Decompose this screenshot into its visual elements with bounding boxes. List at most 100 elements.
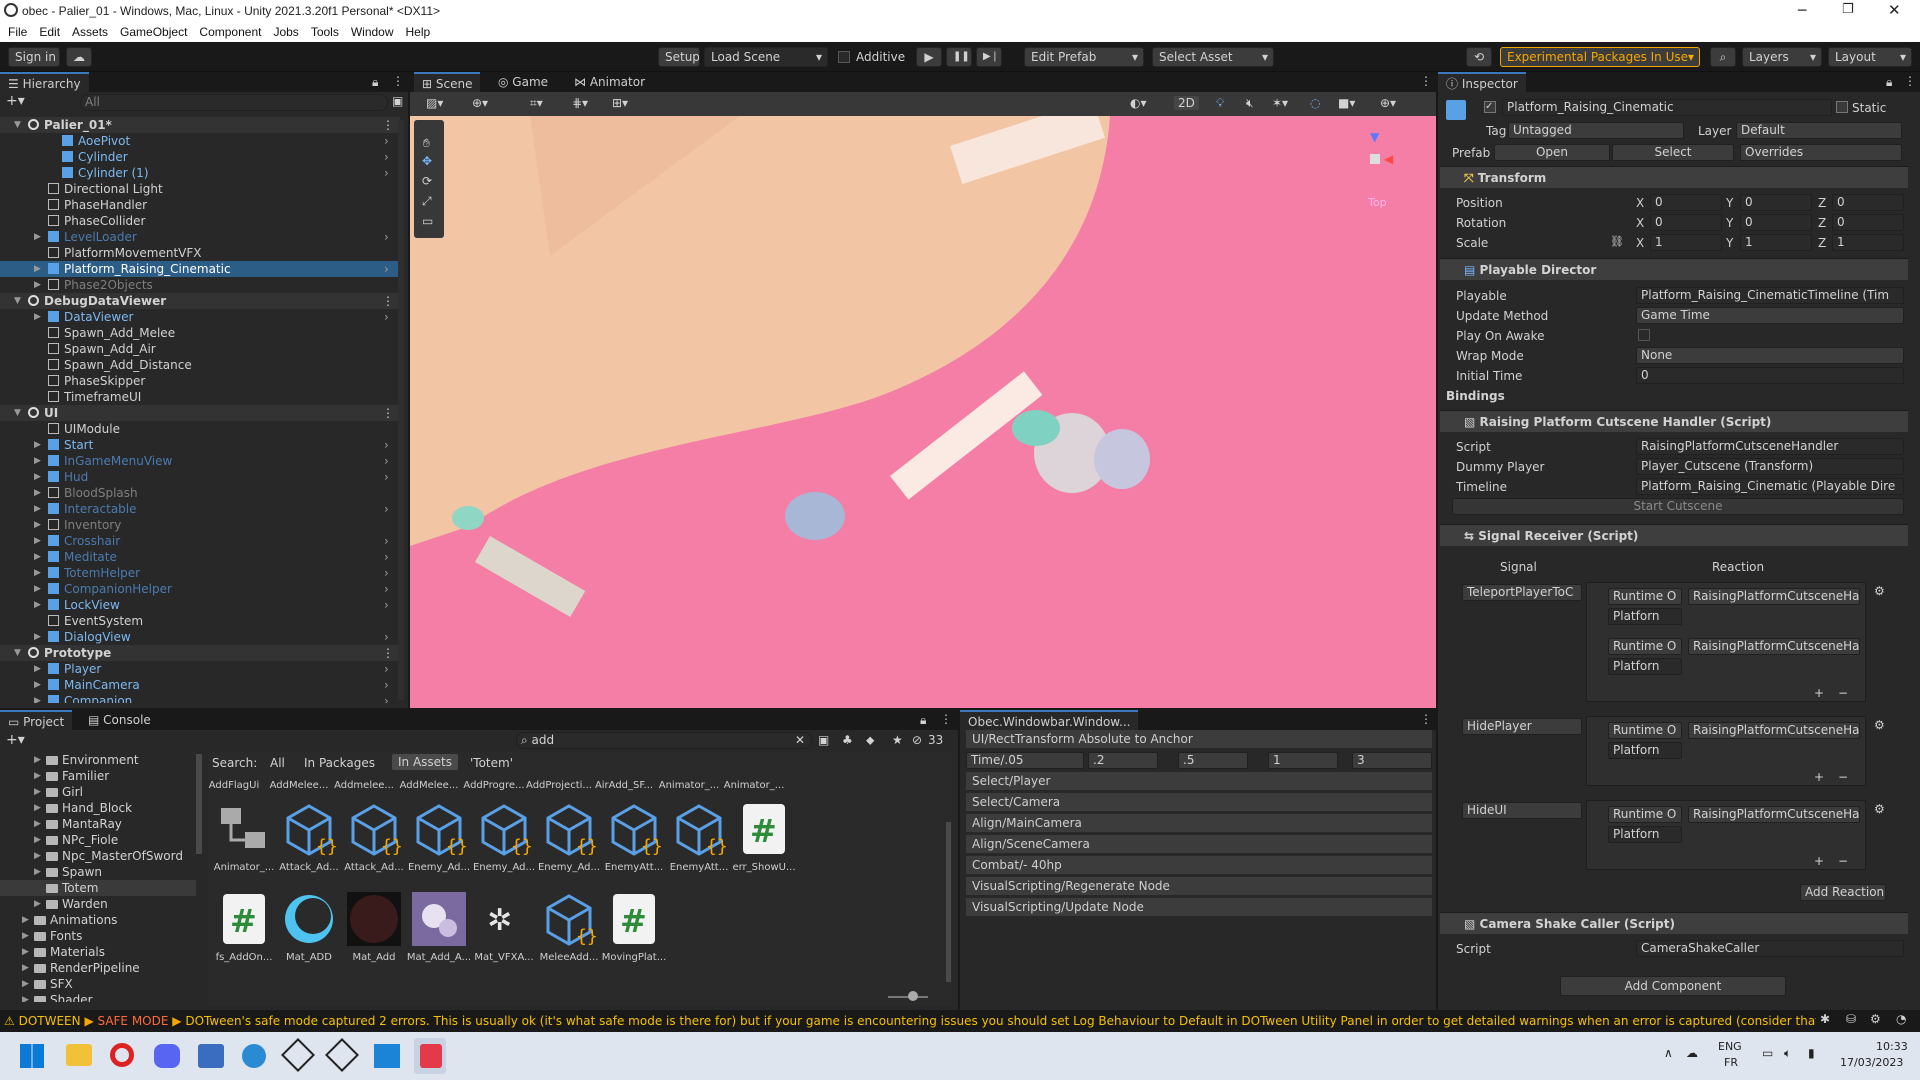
camera-icon[interactable]: ■▾: [1338, 96, 1355, 110]
hierarchy-item[interactable]: ▶ BloodSplash: [0, 485, 400, 501]
clock-date[interactable]: 17/03/2023: [1840, 1056, 1903, 1069]
asset-item[interactable]: Mat_Add_A...: [403, 890, 475, 963]
chevron-right-icon[interactable]: ▶: [22, 960, 29, 976]
asset-item[interactable]: # MovingPlat...: [598, 890, 670, 963]
hidden-objects-icon[interactable]: ◌: [1310, 96, 1320, 110]
bug-icon[interactable]: ✱: [1820, 1012, 1830, 1026]
tab-inspector[interactable]: ⓘ Inspector: [1438, 72, 1526, 92]
hierarchy-item[interactable]: ▶ DialogView ›: [0, 629, 400, 645]
chevron-right-icon[interactable]: ›: [384, 165, 389, 181]
search-icon[interactable]: ⌕: [1710, 47, 1736, 67]
hierarchy-item[interactable]: ▶ Interactable ›: [0, 501, 400, 517]
chevron-right-icon[interactable]: ▶: [34, 768, 41, 784]
chevron-right-icon[interactable]: ›: [384, 629, 389, 645]
hierarchy-item[interactable]: Cylinder ›: [0, 149, 400, 165]
play-icon[interactable]: ▶: [916, 47, 942, 67]
foldout-arrow-icon[interactable]: ▶: [34, 549, 41, 565]
gizmos-icon[interactable]: ⊕▾: [1380, 96, 1396, 110]
render-mode-icon[interactable]: ◐▾: [1130, 96, 1147, 110]
battery-icon[interactable]: ▮: [1808, 1046, 1815, 1060]
sign-in-button[interactable]: Sign in: [8, 47, 60, 67]
tab-project[interactable]: ▭ Project: [0, 710, 73, 730]
chevron-right-icon[interactable]: ▶: [34, 832, 41, 848]
progress-icon[interactable]: ⚙: [1870, 1012, 1881, 1026]
chevron-right-icon[interactable]: ▶: [34, 784, 41, 800]
foldout-arrow-icon[interactable]: ▶: [34, 597, 41, 613]
hierarchy-item[interactable]: ▶ Hud ›: [0, 469, 400, 485]
windowbar-button[interactable]: Select/Camera: [966, 793, 1432, 811]
lock-icon[interactable]: 🔒︎: [920, 713, 926, 728]
scene-visibility-icon[interactable]: ▣: [392, 94, 403, 108]
chevron-right-icon[interactable]: ›: [384, 549, 389, 565]
favorite-icon[interactable]: ★: [892, 733, 903, 747]
move-tool-icon[interactable]: ✥: [422, 154, 432, 168]
foldout-arrow-icon[interactable]: ▶: [34, 277, 41, 293]
scale-tool-icon[interactable]: ⤢: [422, 194, 432, 209]
layers-dropdown[interactable]: Layers ▾: [1742, 47, 1822, 67]
move-tool-icon[interactable]: ⌗▾: [530, 96, 543, 111]
chevron-right-icon[interactable]: ›: [384, 469, 389, 485]
foldout-arrow-icon[interactable]: ▼: [14, 645, 21, 661]
hierarchy-item[interactable]: ▼ Palier_01* ⋮: [0, 117, 400, 133]
tab-windowbar[interactable]: Obec.Windowbar.Window...: [960, 710, 1139, 730]
menu-help[interactable]: Help: [406, 22, 431, 42]
foldout-arrow-icon[interactable]: ▶: [34, 501, 41, 517]
project-search-input[interactable]: ⌕ add ✕: [516, 732, 812, 749]
audio-icon[interactable]: 🔇︎: [1246, 96, 1254, 111]
project-folder-item[interactable]: ▶ RenderPipeline: [0, 960, 196, 976]
time-scale-field[interactable]: Time/.05: [966, 752, 1084, 769]
asset-item[interactable]: {} Attack_Ad...: [273, 800, 345, 873]
asset-item[interactable]: {} MeleeAdd...: [533, 890, 605, 963]
file-explorer-icon[interactable]: [66, 1044, 92, 1066]
chevron-right-icon[interactable]: ›: [384, 533, 389, 549]
volume-icon[interactable]: 🔈︎: [1784, 1046, 1791, 1061]
cache-icon[interactable]: ⛁: [1846, 1012, 1856, 1026]
time-scale-field[interactable]: 3: [1352, 752, 1432, 769]
chevron-right-icon[interactable]: ›: [384, 149, 389, 165]
more-icon[interactable]: ⋮: [382, 117, 394, 133]
rotate-tool-icon[interactable]: ⟳: [422, 174, 432, 188]
app-window-icon[interactable]: [374, 1044, 400, 1068]
chevron-right-icon[interactable]: ›: [384, 501, 389, 517]
menu-edit[interactable]: Edit: [39, 22, 60, 42]
hierarchy-item[interactable]: EventSystem: [0, 613, 400, 629]
orientation-gizmo[interactable]: ▼ ◀ Top: [1350, 130, 1410, 209]
asset-item[interactable]: {} EnemyAtt...: [598, 800, 670, 873]
asset-item[interactable]: Mat_ADD: [273, 890, 345, 963]
experimental-packages-dropdown[interactable]: Experimental Packages In Use ▾: [1500, 47, 1700, 67]
foldout-arrow-icon[interactable]: ▶: [34, 485, 41, 501]
lock-icon[interactable]: 🔒︎: [1886, 75, 1892, 90]
chevron-right-icon[interactable]: ›: [384, 229, 389, 245]
project-folder-item[interactable]: ▶ Spawn: [0, 864, 196, 880]
setup-button[interactable]: Setup: [658, 47, 700, 67]
tag-icon[interactable]: ⬥: [866, 733, 874, 748]
foldout-arrow-icon[interactable]: ▶: [34, 629, 41, 645]
chevron-right-icon[interactable]: ›: [384, 453, 389, 469]
scope-totem[interactable]: 'Totem': [470, 756, 513, 770]
asset-item[interactable]: ✲ Mat_VFXA...: [468, 890, 540, 963]
effects-icon[interactable]: ✶▾: [1272, 96, 1288, 110]
asset-item[interactable]: # fs_AddOn...: [208, 890, 280, 963]
foldout-arrow-icon[interactable]: ▶: [34, 437, 41, 453]
hierarchy-item[interactable]: ▶ MainCamera ›: [0, 677, 400, 693]
time-scale-field[interactable]: .5: [1178, 752, 1248, 769]
hierarchy-item[interactable]: ▶ Inventory: [0, 517, 400, 533]
add-icon[interactable]: +▾: [6, 732, 25, 748]
foldout-arrow-icon[interactable]: ▶: [34, 309, 41, 325]
hierarchy-item[interactable]: UIModule: [0, 421, 400, 437]
tab-game[interactable]: ◎ Game: [490, 72, 556, 92]
asset-item[interactable]: AddProgre...: [458, 780, 530, 791]
project-folder-item[interactable]: ▶ Shader: [0, 992, 196, 1002]
chevron-right-icon[interactable]: ▶: [34, 752, 41, 768]
asset-item[interactable]: {} Enemy_Ad...: [533, 800, 605, 873]
step-icon[interactable]: ▶❘: [976, 47, 1002, 67]
hierarchy-item[interactable]: Spawn_Add_Melee: [0, 325, 400, 341]
asset-grid-scrollbar[interactable]: [946, 822, 951, 982]
chevron-right-icon[interactable]: ▶: [34, 864, 41, 880]
hierarchy-item[interactable]: PhaseCollider: [0, 213, 400, 229]
project-folder-item[interactable]: ▶ Hand_Block: [0, 800, 196, 816]
hierarchy-item[interactable]: ▶ LevelLoader ›: [0, 229, 400, 245]
opera-icon[interactable]: [110, 1043, 134, 1067]
chevron-right-icon[interactable]: ›: [384, 677, 389, 693]
foldout-arrow-icon[interactable]: ▶: [34, 693, 41, 703]
